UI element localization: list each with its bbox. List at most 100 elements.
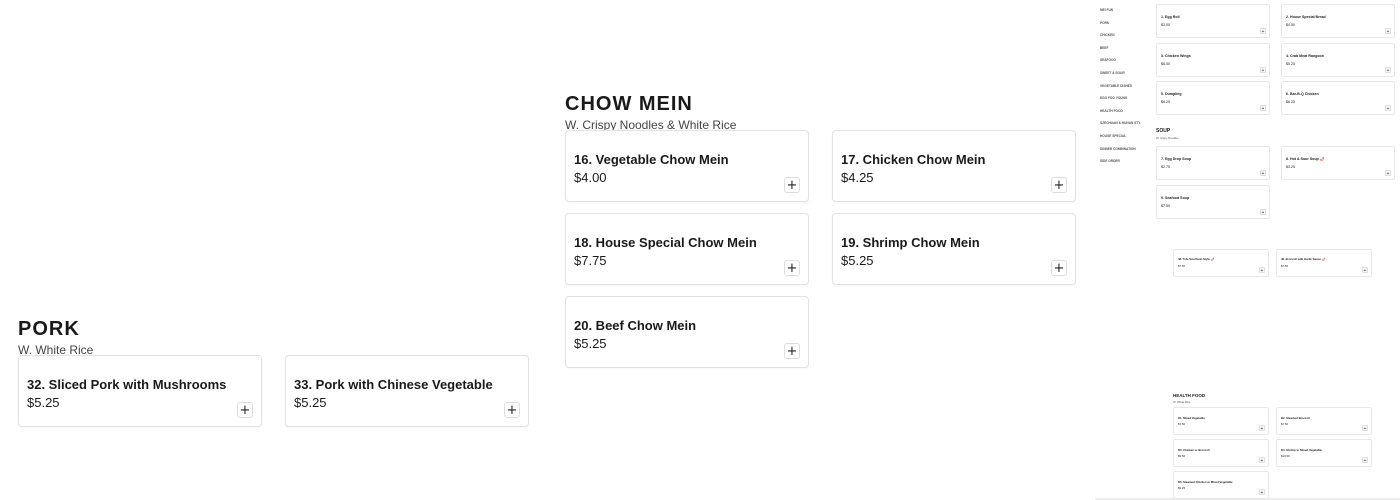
add-to-cart-button[interactable]: + bbox=[1362, 425, 1368, 432]
item-price: $5.25 bbox=[27, 395, 60, 410]
item-price: $7.75 bbox=[574, 253, 607, 268]
nav-item-dinner-combination[interactable]: DINNER COMBINATION bbox=[1100, 145, 1152, 158]
add-to-cart-button[interactable]: + bbox=[1051, 177, 1067, 193]
preview-item-card[interactable]: 3. Chicken Wings $6.50 + bbox=[1156, 43, 1270, 77]
item-price: $7.50 bbox=[1281, 264, 1288, 268]
add-to-cart-button[interactable]: + bbox=[1259, 267, 1265, 274]
add-to-cart-button[interactable]: + bbox=[1051, 260, 1067, 276]
item-name: 33. Pork with Chinese Vegetable bbox=[294, 377, 493, 392]
preview-item-card[interactable]: 4. Crab Meat Rangoon $5.25 + bbox=[1281, 43, 1395, 77]
nav-item-vegetable-dishes[interactable]: VEGETABLE DISHES bbox=[1100, 82, 1152, 95]
item-price: $7.50 bbox=[1161, 204, 1170, 208]
spicy-icon: 🌶 bbox=[1321, 257, 1326, 261]
item-price: $5.25 bbox=[294, 395, 327, 410]
item-name: 7. Egg Drop Soup bbox=[1161, 157, 1192, 161]
item-name: 5. Dumpling bbox=[1161, 92, 1182, 96]
item-price: $4.50 bbox=[1286, 23, 1295, 27]
item-price: $7.50 bbox=[1178, 264, 1185, 268]
nav-item-chicken[interactable]: CHICKEN bbox=[1100, 31, 1152, 44]
nav-item-sweet-sour[interactable]: SWEET & SOUR bbox=[1100, 69, 1152, 82]
menu-item-card[interactable]: 33. Pork with Chinese Vegetable $5.25 + bbox=[285, 355, 529, 427]
add-to-cart-button[interactable]: + bbox=[784, 343, 800, 359]
item-price: $4.00 bbox=[574, 170, 607, 185]
menu-item-card[interactable]: 18. House Special Chow Mein $7.75 + bbox=[565, 213, 809, 285]
add-to-cart-button[interactable]: + bbox=[1259, 457, 1265, 464]
item-name: 17. Chicken Chow Mein bbox=[841, 152, 986, 167]
item-price: $6.25 bbox=[1161, 100, 1170, 104]
menu-item-card[interactable]: 32. Sliced Pork with Mushrooms $5.25 + bbox=[18, 355, 262, 427]
preview-item-card[interactable]: 1. Egg Roll $3.00 + bbox=[1156, 4, 1270, 38]
preview-section-subtitle: W. crispy Noodles bbox=[1156, 136, 1179, 140]
item-name: 8. Hot & Sour Soup 🌶 bbox=[1286, 157, 1324, 161]
category-nav: MEI FUN PORK CHICKEN BEEF SEAFOOD SWEET … bbox=[1100, 6, 1152, 170]
add-to-cart-button[interactable]: + bbox=[1385, 28, 1391, 35]
item-name: 9. Seafood Soup bbox=[1161, 196, 1190, 200]
item-name: 4. Crab Meat Rangoon bbox=[1286, 54, 1324, 58]
preview-item-card[interactable]: D1. Mixed Vegetable $7.50 + bbox=[1173, 407, 1269, 435]
item-price: $7.50 bbox=[1281, 422, 1288, 426]
add-to-cart-button[interactable]: + bbox=[1385, 67, 1391, 74]
item-name: D2. Steamed Broccoli bbox=[1281, 416, 1310, 420]
item-price: $7.50 bbox=[1178, 422, 1185, 426]
add-to-cart-button[interactable]: + bbox=[1260, 105, 1266, 112]
nav-item-side-order[interactable]: SIDE ORDER bbox=[1100, 157, 1152, 170]
menu-item-card[interactable]: 19. Shrimp Chow Mein $5.25 + bbox=[832, 213, 1076, 285]
chow-mein-header: CHOW MEIN W. Crispy Noodles & White Rice bbox=[565, 93, 736, 132]
nav-item-seafood[interactable]: SEAFOOD bbox=[1100, 56, 1152, 69]
preview-item-card[interactable]: 7. Egg Drop Soup $2.75 + bbox=[1156, 146, 1270, 180]
nav-item-house-special[interactable]: HOUSE SPECIAL bbox=[1100, 132, 1152, 145]
preview-item-card[interactable]: 49. Broccoli with Garlic Sauce 🌶 $7.50 + bbox=[1276, 249, 1372, 277]
item-name: 20. Beef Chow Mein bbox=[574, 318, 697, 333]
nav-item-egg-foo-young[interactable]: EGG FOO YOUNG bbox=[1100, 94, 1152, 107]
add-to-cart-button[interactable]: + bbox=[237, 402, 253, 418]
add-to-cart-button[interactable]: + bbox=[1385, 105, 1391, 112]
preview-item-card[interactable]: D3. Chicken w. Broccoli $9.50 + bbox=[1173, 439, 1269, 467]
item-name-text: 8. Hot & Sour Soup bbox=[1286, 157, 1319, 161]
preview-item-card[interactable]: 48. Tofu Szechuan Style 🌶 $7.50 + bbox=[1173, 249, 1269, 277]
preview-item-card[interactable]: D5. Steamed Chicken w. Mixed Vegetable $… bbox=[1173, 471, 1269, 499]
nav-item-pork[interactable]: PORK bbox=[1100, 19, 1152, 32]
preview-item-card[interactable]: 2. House Special Bread $4.50 + bbox=[1281, 4, 1395, 38]
preview-item-card[interactable]: 5. Dumpling $6.25 + bbox=[1156, 81, 1270, 115]
add-to-cart-button[interactable]: + bbox=[1385, 170, 1391, 177]
nav-item-health-food[interactable]: HEALTH FOOD bbox=[1100, 107, 1152, 120]
add-to-cart-button[interactable]: + bbox=[1260, 28, 1266, 35]
pork-header: PORK W. White Rice bbox=[18, 318, 93, 357]
preview-section-title: HEALTH FOOD bbox=[1173, 393, 1206, 398]
add-to-cart-button[interactable]: + bbox=[784, 260, 800, 276]
preview-item-card[interactable]: 8. Hot & Sour Soup 🌶 $3.25 + bbox=[1281, 146, 1395, 180]
item-name: 1. Egg Roll bbox=[1161, 15, 1180, 19]
add-to-cart-button[interactable]: + bbox=[1259, 489, 1265, 496]
add-to-cart-button[interactable]: + bbox=[1260, 170, 1266, 177]
add-to-cart-button[interactable]: + bbox=[784, 177, 800, 193]
item-price: $10.50 bbox=[1281, 454, 1290, 458]
add-to-cart-button[interactable]: + bbox=[1362, 267, 1368, 274]
item-name: 2. House Special Bread bbox=[1286, 15, 1326, 19]
spicy-icon: 🌶 bbox=[1210, 257, 1215, 261]
item-name: 19. Shrimp Chow Mein bbox=[841, 235, 980, 250]
nav-item-mei-fun[interactable]: MEI FUN bbox=[1100, 6, 1152, 19]
add-to-cart-button[interactable]: + bbox=[1260, 67, 1266, 74]
item-price: $5.25 bbox=[841, 253, 874, 268]
add-to-cart-button[interactable]: + bbox=[1259, 425, 1265, 432]
menu-item-card[interactable]: 20. Beef Chow Mein $5.25 + bbox=[565, 296, 809, 368]
item-price: $6.25 bbox=[1286, 100, 1295, 104]
item-price: $9.50 bbox=[1178, 454, 1185, 458]
item-name: D1. Mixed Vegetable bbox=[1178, 416, 1205, 420]
add-to-cart-button[interactable]: + bbox=[1260, 209, 1266, 216]
preview-item-card[interactable]: D2. Steamed Broccoli $7.50 + bbox=[1276, 407, 1372, 435]
preview-item-card[interactable]: 9. Seafood Soup $7.50 + bbox=[1156, 185, 1270, 219]
item-name: 49. Broccoli with Garlic Sauce 🌶 bbox=[1281, 257, 1325, 261]
add-to-cart-button[interactable]: + bbox=[1362, 457, 1368, 464]
nav-item-szechuan-hunan[interactable]: SZECHUAN & HUNAN STY. bbox=[1100, 119, 1152, 132]
add-to-cart-button[interactable]: + bbox=[504, 402, 520, 418]
item-name: 16. Vegetable Chow Mein bbox=[574, 152, 729, 167]
item-name-text: 48. Tofu Szechuan Style bbox=[1178, 257, 1210, 261]
preview-item-card[interactable]: D4. Shrimp w. Mixed Vegetable $10.50 + bbox=[1276, 439, 1372, 467]
item-name: 6. Bar-B-Q Chicken bbox=[1286, 92, 1319, 96]
preview-item-card[interactable]: 6. Bar-B-Q Chicken $6.25 + bbox=[1281, 81, 1395, 115]
menu-item-card[interactable]: 17. Chicken Chow Mein $4.25 + bbox=[832, 130, 1076, 202]
menu-item-card[interactable]: 16. Vegetable Chow Mein $4.00 + bbox=[565, 130, 809, 202]
item-price: $3.00 bbox=[1161, 23, 1170, 27]
nav-item-beef[interactable]: BEEF bbox=[1100, 44, 1152, 57]
